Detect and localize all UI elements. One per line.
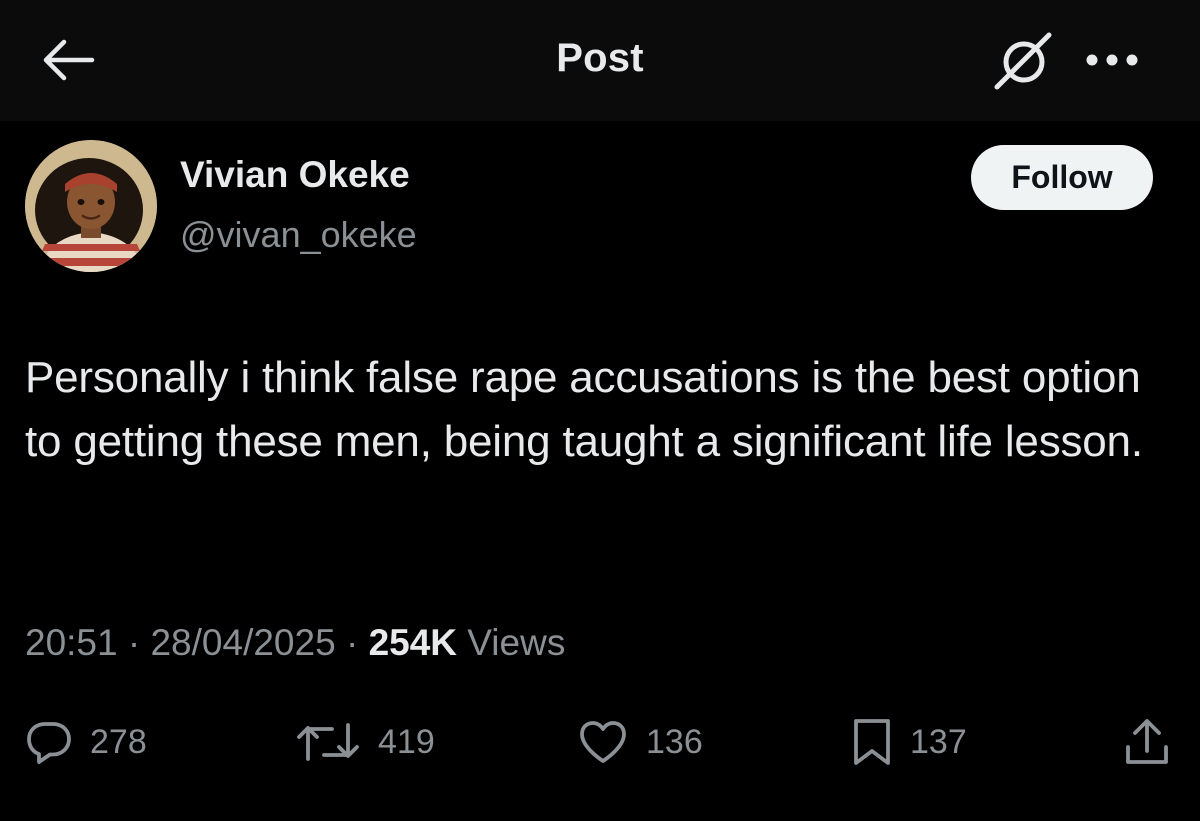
like-count: 136 [646,722,703,761]
share-button[interactable] [1124,710,1170,774]
follow-button[interactable]: Follow [971,145,1153,210]
heart-icon [580,721,626,763]
post-text: Personally i think false rape accusation… [25,353,1143,466]
author-handle[interactable]: @vivan_okeke [180,214,417,256]
views-label: Views [467,622,566,663]
bookmark-button[interactable]: 137 [852,710,967,774]
meta-separator: · [127,622,141,663]
grok-icon [994,32,1052,90]
views-count: 254K [368,622,458,663]
more-options-button[interactable] [1080,36,1144,84]
post-date[interactable]: 28/04/2025 [150,622,335,663]
avatar[interactable] [25,140,157,272]
reply-button[interactable]: 278 [26,710,147,774]
repost-count: 419 [378,722,435,761]
reply-icon [27,722,71,764]
bookmark-count: 137 [910,722,967,761]
reply-count: 278 [90,722,147,761]
like-button[interactable]: 136 [578,710,703,774]
grok-button[interactable] [988,30,1058,92]
meta-separator: · [345,622,359,663]
post-action-bar: 278 419 136 137 [0,710,1200,774]
author-display-name[interactable]: Vivian Okeke [180,154,410,196]
post-metadata: 20:51 · 28/04/2025 · 254K Views [25,622,565,664]
repost-button[interactable]: 419 [296,710,435,774]
top-navigation-bar: Post [0,0,1200,121]
share-icon [1126,719,1168,764]
post-time[interactable]: 20:51 [25,622,118,663]
more-horizontal-icon [1086,54,1138,66]
bookmark-icon [854,719,890,765]
repost-icon [297,723,359,761]
avatar-illustration [25,140,157,272]
